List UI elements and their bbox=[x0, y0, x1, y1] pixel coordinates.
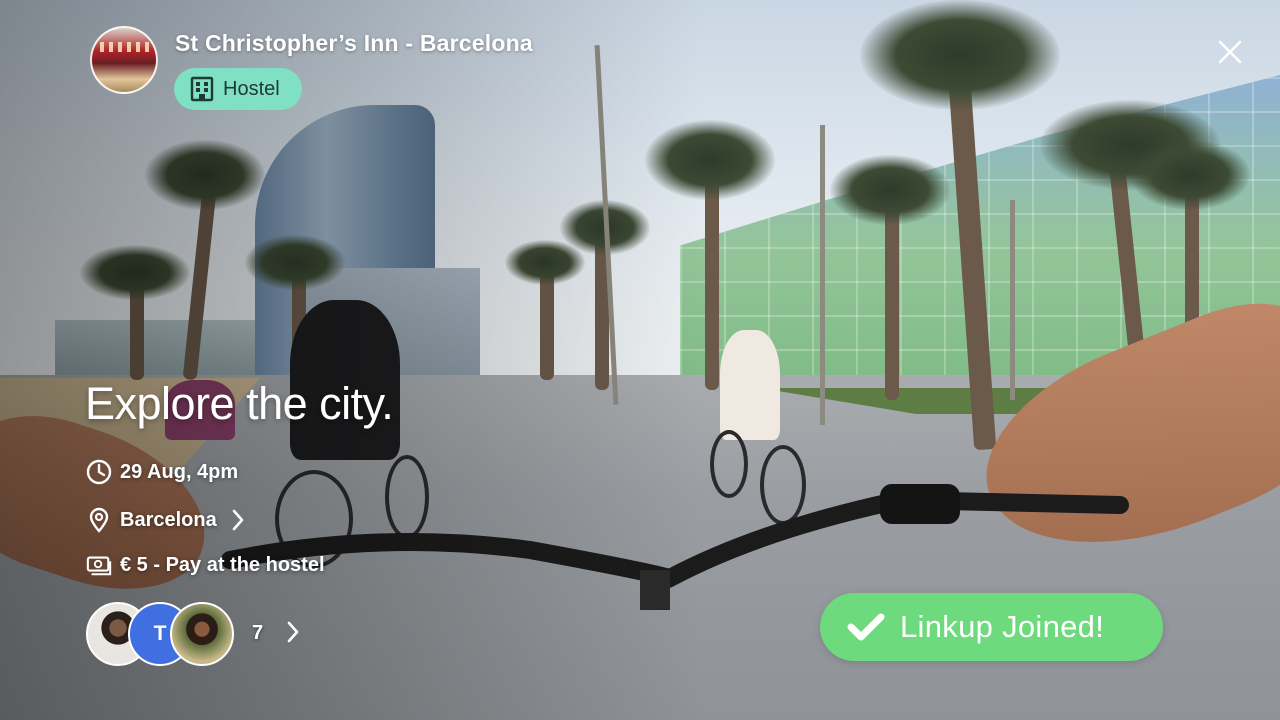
attendee-avatar bbox=[170, 602, 234, 666]
venue-type-badge: Hostel bbox=[174, 68, 302, 110]
venue-avatar[interactable] bbox=[90, 26, 158, 94]
event-price: € 5 - Pay at the hostel bbox=[86, 552, 325, 578]
attendee-more-count: 7 bbox=[252, 622, 264, 644]
event-location-text: Barcelona bbox=[120, 508, 217, 531]
event-price-text: € 5 - Pay at the hostel bbox=[120, 553, 325, 576]
event-datetime-text: 29 Aug, 4pm bbox=[120, 460, 239, 483]
chevron-right-icon bbox=[287, 621, 299, 643]
venue-type-label: Hostel bbox=[223, 77, 280, 100]
attendees-list[interactable]: T 7 bbox=[86, 600, 316, 668]
building-icon bbox=[190, 76, 214, 102]
venue-title[interactable]: St Christopher’s Inn - Barcelona bbox=[175, 30, 533, 57]
event-datetime: 29 Aug, 4pm bbox=[86, 459, 238, 485]
linkup-joined-label: Linkup Joined! bbox=[900, 609, 1105, 644]
location-pin-icon bbox=[89, 507, 109, 533]
money-icon bbox=[86, 556, 112, 576]
event-title: Explore the city. bbox=[85, 378, 394, 429]
checkmark-icon bbox=[847, 613, 885, 641]
event-location[interactable]: Barcelona bbox=[86, 507, 245, 533]
clock-icon bbox=[86, 459, 112, 485]
linkup-joined-button[interactable]: Linkup Joined! bbox=[820, 593, 1163, 661]
chevron-right-icon bbox=[232, 509, 244, 531]
close-button[interactable] bbox=[1212, 34, 1248, 70]
close-icon bbox=[1218, 40, 1242, 64]
